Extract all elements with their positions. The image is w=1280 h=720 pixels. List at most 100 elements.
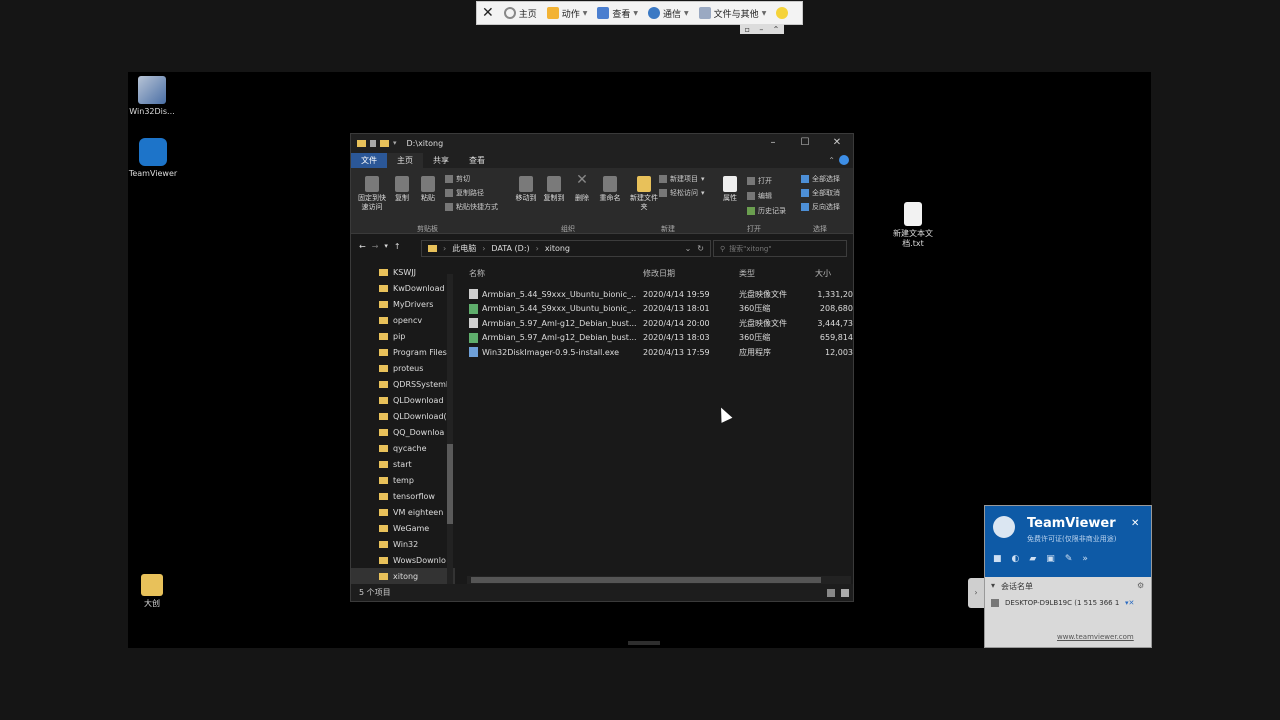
open-button[interactable]: 打开 <box>747 176 772 186</box>
teamviewer-website-link[interactable]: www.teamviewer.com <box>1057 633 1134 641</box>
files-icon[interactable]: ▣ <box>1046 554 1055 564</box>
rename-button[interactable]: 重命名 <box>597 176 623 203</box>
video-icon[interactable]: ■ <box>993 554 1002 564</box>
move-to-button[interactable]: 移动到 <box>513 176 539 203</box>
nav-item-mydrivers[interactable]: MyDrivers <box>351 296 455 312</box>
collapse-ribbon-icon[interactable]: ⌃ <box>824 156 839 165</box>
pin-quick-access-button[interactable]: 固定到快速访问 <box>355 176 389 212</box>
copy-path-button[interactable]: 复制路径 <box>445 188 484 198</box>
edit-button[interactable]: 编辑 <box>747 191 772 201</box>
nav-item-temp[interactable]: temp <box>351 472 455 488</box>
delete-button[interactable]: ✕ 删除 <box>571 173 593 203</box>
gear-icon[interactable]: ⚙ <box>1137 581 1144 590</box>
desktop-icon-folder-dachuang[interactable]: 大创 <box>125 574 179 609</box>
breadcrumb-drive[interactable]: DATA (D:) <box>491 244 529 253</box>
minimize-button[interactable]: – <box>757 137 789 148</box>
file-row[interactable]: Armbian_5.97_Aml-g12_Debian_bust... 2020/… <box>463 316 853 331</box>
nav-scrollbar[interactable] <box>447 274 453 586</box>
chat-icon[interactable]: ▰ <box>1029 554 1036 564</box>
toolbar-communicate-button[interactable]: 通信 ▼ <box>643 2 694 24</box>
tab-home[interactable]: 主页 <box>387 152 423 168</box>
recent-locations-icon[interactable]: ▾ <box>384 242 388 250</box>
new-folder-button[interactable]: 新建文件夹 <box>629 176 659 212</box>
nav-item-kswjj[interactable]: KSWJJ <box>351 264 455 280</box>
copy-button[interactable]: 复制 <box>391 176 413 203</box>
desktop-icon-new-text-file[interactable]: 新建文本文档.txt <box>886 202 940 249</box>
back-arrow-icon[interactable]: ← <box>359 242 366 251</box>
column-header-size[interactable]: 大小 <box>813 268 853 279</box>
column-header-type[interactable]: 类型 <box>733 268 813 279</box>
details-view-icon[interactable] <box>827 588 835 597</box>
file-row[interactable]: Win32DiskImager-0.9.5-install.exe 2020/4/… <box>463 345 853 360</box>
breadcrumb-xitong[interactable]: xitong <box>545 244 570 253</box>
collapse-icon[interactable]: ⌃ <box>773 25 780 34</box>
panel-toggle-handle[interactable]: › <box>968 578 984 608</box>
nav-item-program-files[interactable]: Program Files <box>351 344 455 360</box>
tools-icon[interactable]: ✎ <box>1065 554 1073 564</box>
nav-item-tensorflow[interactable]: tensorflow <box>351 488 455 504</box>
feedback-button[interactable] <box>771 2 793 24</box>
file-row[interactable]: Armbian_5.44_S9xxx_Ubuntu_bionic_... 2020… <box>463 302 853 317</box>
easy-access-button[interactable]: 轻松访问 ▾ <box>659 188 705 198</box>
nav-item-qldownload[interactable]: QLDownload <box>351 392 455 408</box>
column-header-date[interactable]: 修改日期 <box>637 268 733 279</box>
chevron-down-icon[interactable]: ⌄ <box>685 244 692 253</box>
file-row[interactable]: Armbian_5.97_Aml-g12_Debian_bust... 2020/… <box>463 331 853 346</box>
pin-icon[interactable]: ▫ <box>745 25 750 34</box>
breadcrumb-this-pc[interactable]: 此电脑 <box>452 243 476 254</box>
new-item-button[interactable]: 新建项目 ▾ <box>659 174 705 184</box>
refresh-icon[interactable]: ↻ <box>697 244 710 253</box>
nav-item-pip[interactable]: pip <box>351 328 455 344</box>
nav-item-qq-downloa[interactable]: QQ_Downloa <box>351 424 455 440</box>
desktop-icon-teamviewer[interactable]: TeamViewer <box>126 138 180 179</box>
nav-item-win32[interactable]: Win32 <box>351 536 455 552</box>
address-bar[interactable]: › 此电脑 › DATA (D:) › xitong ⌄ ↻ <box>421 240 711 257</box>
horizontal-scrollbar[interactable] <box>467 576 851 584</box>
properties-button[interactable]: 属性 <box>719 176 741 203</box>
close-button[interactable]: ✕ <box>477 2 499 24</box>
toolbar-home-button[interactable]: 主页 <box>499 2 542 24</box>
new-folder-quick-icon[interactable] <box>380 139 389 147</box>
up-arrow-icon[interactable]: ↑ <box>394 242 401 251</box>
session-entry[interactable]: DESKTOP-D9LB19C (1 515 366 1 <box>1005 599 1119 607</box>
close-window-button[interactable]: ✕ <box>821 137 853 148</box>
more-icon[interactable]: » <box>1082 554 1088 564</box>
headset-icon[interactable]: ◐ <box>1012 554 1020 564</box>
tab-file[interactable]: 文件 <box>351 152 387 168</box>
session-options-icon[interactable]: ▾✕ <box>1125 599 1134 607</box>
paste-button[interactable]: 粘贴 <box>417 176 439 203</box>
collapse-icon[interactable]: ▾ <box>991 581 995 590</box>
search-box[interactable]: ⚲ 搜索"xitong" <box>713 240 847 257</box>
properties-quick-icon[interactable] <box>370 139 376 147</box>
paste-shortcut-button[interactable]: 粘贴快捷方式 <box>445 202 498 212</box>
nav-item-xitong[interactable]: xitong <box>351 568 455 584</box>
nav-item-wegame[interactable]: WeGame <box>351 520 455 536</box>
select-all-button[interactable]: 全部选择 <box>801 174 840 184</box>
toolbar-actions-button[interactable]: 动作 ▼ <box>542 2 593 24</box>
copy-to-button[interactable]: 复制到 <box>541 176 567 203</box>
horizontal-scrollbar-thumb[interactable] <box>471 577 821 583</box>
tab-view[interactable]: 查看 <box>459 153 495 168</box>
forward-arrow-icon[interactable]: → <box>372 242 379 251</box>
nav-item-qycache[interactable]: qycache <box>351 440 455 456</box>
nav-item-proteus[interactable]: proteus <box>351 360 455 376</box>
quick-access-dropdown-icon[interactable]: ▾ <box>393 139 397 147</box>
nav-item-qldownload-[interactable]: QLDownload( <box>351 408 455 424</box>
toolbar-view-button[interactable]: 查看 ▼ <box>592 2 643 24</box>
cut-button[interactable]: 剪切 <box>445 174 470 184</box>
nav-item-qdrssystemi[interactable]: QDRSSystemI <box>351 376 455 392</box>
help-icon[interactable] <box>839 155 849 165</box>
close-panel-button[interactable]: ✕ <box>1131 518 1139 529</box>
toolbar-files-button[interactable]: 文件与其他 ▼ <box>694 2 772 24</box>
minimize-icon[interactable]: – <box>759 25 763 34</box>
nav-item-opencv[interactable]: opencv <box>351 312 455 328</box>
maximize-button[interactable]: ☐ <box>789 137 821 148</box>
nav-item-vm-eighteen[interactable]: VM eighteen <box>351 504 455 520</box>
nav-scrollbar-thumb[interactable] <box>447 444 453 524</box>
select-none-button[interactable]: 全部取消 <box>801 188 840 198</box>
column-header-name[interactable]: 名称 <box>463 268 637 279</box>
nav-item-start[interactable]: start <box>351 456 455 472</box>
history-button[interactable]: 历史记录 <box>747 206 786 216</box>
file-row[interactable]: Armbian_5.44_S9xxx_Ubuntu_bionic_... 2020… <box>463 287 853 302</box>
nav-item-kwdownload[interactable]: KwDownload <box>351 280 455 296</box>
